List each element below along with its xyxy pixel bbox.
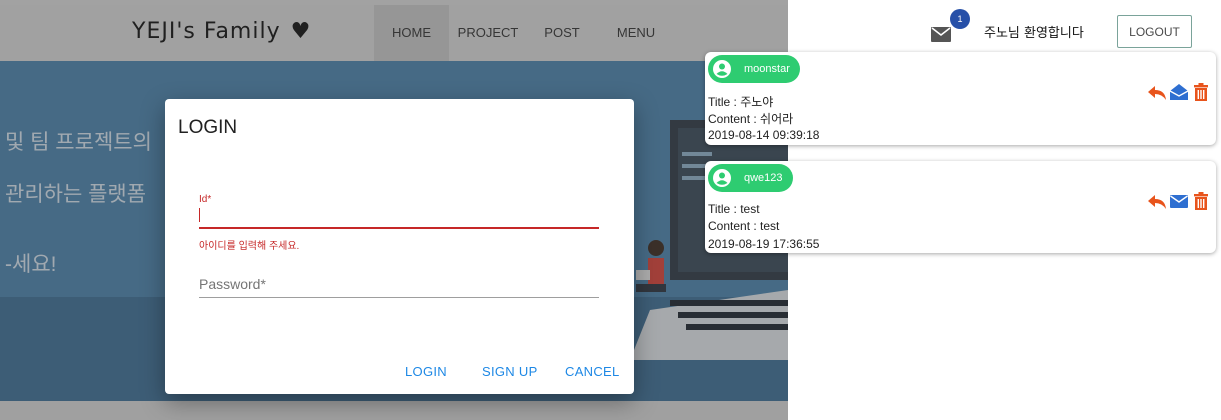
background-site: YEJI's Family ♥ HOME PROJECT POST MENU 및 … [0, 0, 788, 420]
dialog-title: LOGIN [178, 117, 238, 138]
account-circle-icon [713, 60, 731, 78]
id-field-cursor [199, 208, 200, 222]
id-field-label: Id* [199, 194, 212, 205]
sender-chip[interactable]: moonstar [708, 55, 800, 83]
message-card[interactable]: qwe123 Title : test Content : test 2019-… [705, 161, 1216, 253]
sender-name: moonstar [744, 63, 790, 75]
message-title: Title : 주노야 [708, 95, 774, 109]
sender-chip[interactable]: qwe123 [708, 164, 793, 192]
message-content: Content : 쉬어라 [708, 112, 794, 126]
message-card[interactable]: moonstar Title : 주노야 Content : 쉬어라 2019-… [705, 52, 1216, 145]
password-field[interactable] [199, 297, 599, 298]
welcome-message: 주노님 환영합니다 [984, 26, 1084, 41]
password-field-label: Password* [199, 276, 266, 292]
cancel-button[interactable]: CANCEL [565, 364, 620, 379]
sender-name: qwe123 [744, 172, 783, 184]
logout-button[interactable]: LOGOUT [1117, 15, 1192, 48]
screen: YEJI's Family ♥ HOME PROJECT POST MENU 및 … [0, 0, 1221, 420]
message-date: 2019-08-19 17:36:55 [708, 237, 820, 251]
mail-open-icon[interactable] [1169, 82, 1189, 102]
mail-icon[interactable] [1169, 191, 1189, 211]
id-error-message: 아이디를 입력해 주세요. [199, 241, 300, 252]
message-actions [1147, 191, 1211, 211]
mail-icon[interactable] [931, 27, 951, 42]
message-date: 2019-08-14 09:39:18 [708, 128, 820, 142]
account-circle-icon [713, 169, 731, 187]
signup-button[interactable]: SIGN UP [482, 364, 538, 379]
message-title: Title : test [708, 202, 760, 216]
unread-count-badge: 1 [950, 9, 970, 29]
trash-icon[interactable] [1191, 191, 1211, 211]
trash-icon[interactable] [1191, 82, 1211, 102]
message-actions [1147, 82, 1211, 102]
id-field[interactable] [199, 227, 599, 229]
login-dialog: LOGIN Id* 아이디를 입력해 주세요. Password* LOGIN … [165, 99, 634, 394]
login-button[interactable]: LOGIN [405, 364, 447, 379]
message-content: Content : test [708, 219, 780, 233]
reply-icon[interactable] [1147, 191, 1167, 211]
reply-icon[interactable] [1147, 82, 1167, 102]
